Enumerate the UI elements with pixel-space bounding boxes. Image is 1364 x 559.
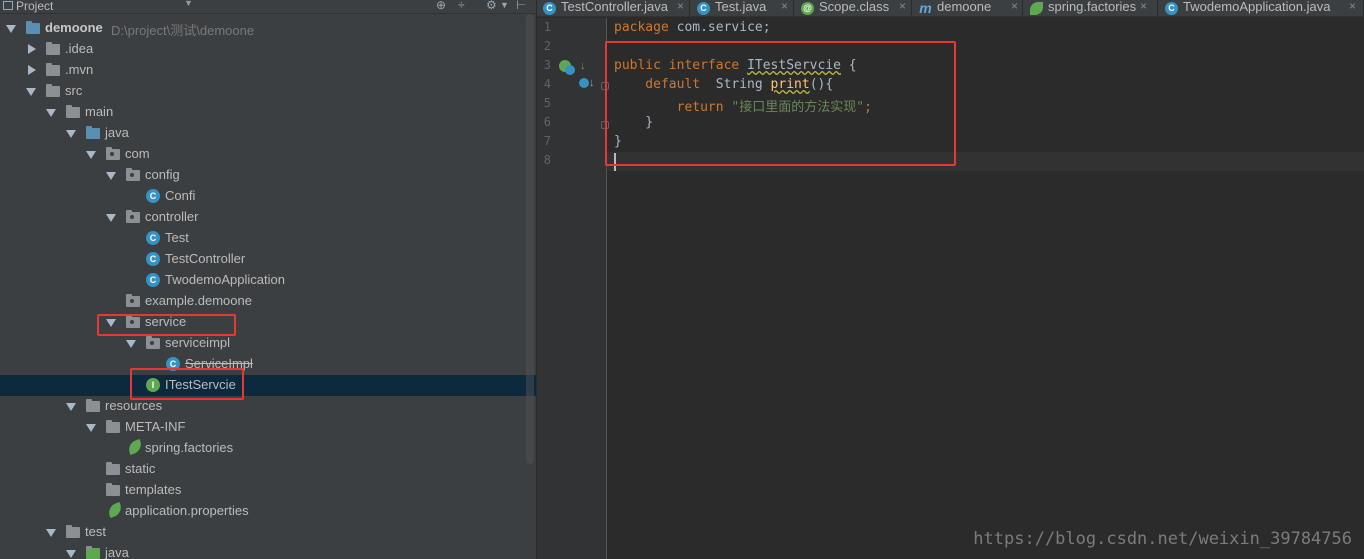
project-panel: Project ▼ ⊕ ÷ ⚙ ▼ ⊢ demoone D:\project\测… bbox=[0, 0, 536, 559]
tree-item-spring-factories[interactable]: spring.factories bbox=[0, 438, 536, 459]
folder-icon bbox=[66, 105, 80, 118]
tree-item-test-class[interactable]: C Test bbox=[0, 228, 536, 249]
tree-item-application-properties[interactable]: application.properties bbox=[0, 501, 536, 522]
source-folder-icon bbox=[86, 126, 100, 139]
tree-item-templates[interactable]: templates bbox=[0, 480, 536, 501]
class-icon: C bbox=[146, 252, 160, 266]
line-number: 6 bbox=[543, 115, 551, 129]
tree-item-com[interactable]: com bbox=[0, 144, 536, 165]
chevron-down-icon[interactable]: ▼ bbox=[500, 0, 509, 10]
resources-folder-icon bbox=[86, 399, 100, 412]
tree-item-static[interactable]: static bbox=[0, 459, 536, 480]
tree-item-test-folder[interactable]: test bbox=[0, 522, 536, 543]
class-icon: C bbox=[146, 231, 160, 245]
tree-scrollbar[interactable] bbox=[526, 14, 534, 464]
line-gutter[interactable]: 1 2 3 4 5 6 7 8 ↓ ↓ bbox=[537, 18, 609, 559]
spring-leaf-icon bbox=[126, 438, 144, 456]
tree-item-service[interactable]: service bbox=[0, 312, 536, 333]
close-icon[interactable]: × bbox=[677, 0, 684, 13]
editor-tabs: C TestController.java × C Test.java × @ … bbox=[537, 0, 1364, 17]
folder-icon bbox=[46, 84, 60, 97]
line-number: 5 bbox=[543, 96, 551, 110]
close-icon[interactable]: × bbox=[1349, 0, 1356, 13]
implemented-method-icon[interactable] bbox=[579, 78, 589, 88]
collapse-icon[interactable]: ÷ bbox=[458, 0, 465, 12]
line-number: 1 bbox=[543, 20, 551, 34]
tree-item-itestservcie[interactable]: I ITestServcie bbox=[0, 375, 536, 396]
project-panel-header: Project ▼ ⊕ ÷ ⚙ ▼ ⊢ bbox=[0, 0, 536, 14]
tab-twodemoapplication[interactable]: C TwodemoApplication.java × bbox=[1159, 0, 1364, 16]
folder-icon bbox=[106, 462, 120, 475]
line-number: 7 bbox=[543, 134, 551, 148]
annotation-icon: @ bbox=[801, 2, 814, 15]
tree-item-controller[interactable]: controller bbox=[0, 207, 536, 228]
tab-testcontroller[interactable]: C TestController.java × bbox=[537, 0, 690, 16]
tree-item-demoone[interactable]: demoone D:\project\测试\demoone bbox=[0, 18, 536, 39]
class-icon: C bbox=[146, 189, 160, 203]
folder-icon bbox=[46, 63, 60, 76]
close-icon[interactable]: × bbox=[899, 0, 906, 13]
class-icon: C bbox=[543, 2, 556, 15]
line-number: 4 bbox=[543, 77, 551, 91]
class-icon: C bbox=[697, 2, 710, 15]
spring-boot-class-icon: C bbox=[1165, 2, 1178, 15]
highlight-box-itestservcie bbox=[130, 368, 244, 400]
project-panel-title[interactable]: Project bbox=[16, 0, 53, 13]
project-icon bbox=[3, 1, 13, 10]
close-icon[interactable]: × bbox=[1140, 0, 1147, 13]
close-icon[interactable]: × bbox=[1011, 0, 1018, 13]
tree-item-serviceimpl-class[interactable]: C ServiceImpl bbox=[0, 354, 536, 375]
tree-item-idea[interactable]: .idea bbox=[0, 39, 536, 60]
tree-item-config[interactable]: config bbox=[0, 165, 536, 186]
ide-window: Project ▼ ⊕ ÷ ⚙ ▼ ⊢ demoone D:\project\测… bbox=[0, 0, 1364, 559]
folder-icon bbox=[106, 420, 120, 433]
chevron-down-icon[interactable]: ▼ bbox=[184, 0, 193, 8]
line-number: 8 bbox=[543, 153, 551, 167]
watermark: https://blog.csdn.net/weixin_39784756 bbox=[973, 529, 1352, 549]
tree-item-mvn[interactable]: .mvn bbox=[0, 60, 536, 81]
code-line-1: package com.service; bbox=[614, 20, 771, 35]
tree-item-test-java[interactable]: java bbox=[0, 543, 536, 559]
folder-icon bbox=[46, 42, 60, 55]
spring-boot-class-icon: C bbox=[146, 273, 160, 287]
spring-leaf-icon bbox=[1030, 2, 1043, 15]
package-icon bbox=[146, 336, 160, 349]
gear-icon[interactable]: ⚙ bbox=[486, 0, 497, 12]
test-source-folder-icon bbox=[86, 546, 100, 559]
package-icon bbox=[126, 294, 140, 307]
tree-item-main[interactable]: main bbox=[0, 102, 536, 123]
tree-item-example-demoone[interactable]: example.demoone bbox=[0, 291, 536, 312]
arrow-down-icon[interactable]: ↓ bbox=[589, 77, 601, 89]
folder-icon bbox=[106, 483, 120, 496]
package-icon bbox=[106, 147, 120, 160]
folder-icon bbox=[66, 525, 80, 538]
highlight-box-service bbox=[97, 314, 236, 336]
tree-item-resources[interactable]: resources bbox=[0, 396, 536, 417]
tab-scope[interactable]: @ Scope.class × bbox=[795, 0, 912, 16]
implemented-icon[interactable] bbox=[565, 65, 575, 75]
maven-icon: m bbox=[919, 0, 932, 16]
line-number: 3 bbox=[543, 58, 551, 72]
package-icon bbox=[126, 210, 140, 223]
tree-item-serviceimpl[interactable]: serviceimpl bbox=[0, 333, 536, 354]
arrow-down-icon[interactable]: ↓ bbox=[580, 60, 592, 72]
tree-item-confi[interactable]: C Confi bbox=[0, 186, 536, 207]
code-editor: C TestController.java × C Test.java × @ … bbox=[537, 0, 1364, 559]
target-icon[interactable]: ⊕ bbox=[436, 0, 446, 12]
package-icon bbox=[126, 168, 140, 181]
close-icon[interactable]: × bbox=[781, 0, 788, 13]
hide-icon[interactable]: ⊢ bbox=[516, 0, 526, 12]
module-folder-icon bbox=[26, 21, 40, 34]
tree-item-java[interactable]: java bbox=[0, 123, 536, 144]
spring-leaf-icon bbox=[106, 501, 124, 519]
tab-spring-factories[interactable]: spring.factories × bbox=[1024, 0, 1158, 16]
tree-item-testcontroller[interactable]: C TestController bbox=[0, 249, 536, 270]
tree-item-meta-inf[interactable]: META-INF bbox=[0, 417, 536, 438]
highlight-box-code bbox=[605, 41, 956, 166]
line-number: 2 bbox=[543, 39, 551, 53]
tree-item-src[interactable]: src bbox=[0, 81, 536, 102]
tab-test[interactable]: C Test.java × bbox=[691, 0, 794, 16]
tree-item-twodemoapplication[interactable]: C TwodemoApplication bbox=[0, 270, 536, 291]
tab-demoone[interactable]: m demoone × bbox=[913, 0, 1023, 16]
